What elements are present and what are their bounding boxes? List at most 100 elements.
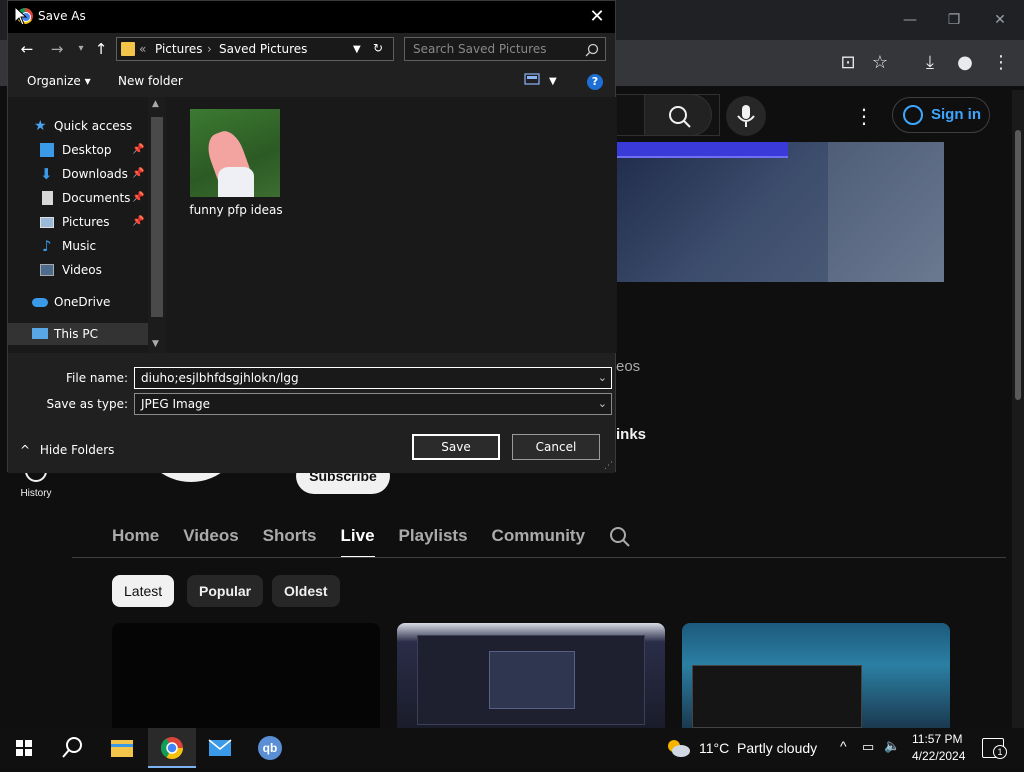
close-window-icon[interactable]: ✕ (988, 8, 1012, 32)
taskbar-search-button[interactable] (48, 728, 96, 768)
forward-arrow-icon[interactable]: → (46, 38, 68, 60)
voice-search-button[interactable] (726, 96, 766, 136)
taskbar-file-explorer[interactable] (98, 728, 146, 768)
nav-music[interactable]: ♪ Music (8, 235, 148, 257)
nav-label: Downloads (62, 167, 128, 181)
history-label: History (20, 488, 52, 499)
organize-button[interactable]: Organize ▾ (27, 74, 91, 88)
clock-time[interactable]: 11:57 PM (912, 732, 962, 746)
new-folder-button[interactable]: New folder (118, 74, 183, 88)
nav-downloads[interactable]: ⬇ Downloads 📌 (8, 163, 148, 185)
nav-onedrive[interactable]: OneDrive (8, 291, 148, 313)
nav-pictures[interactable]: Pictures 📌 (8, 211, 148, 233)
video-thumbnail[interactable] (112, 623, 380, 728)
video-thumbnail[interactable] (682, 623, 950, 728)
windows-logo-icon (16, 740, 32, 756)
channel-links-fragment[interactable]: inks (616, 426, 646, 443)
channel-search-icon[interactable] (609, 520, 631, 558)
navigation-pane: ★ Quick access Desktop 📌 ⬇ Downloads 📌 D… (8, 97, 166, 353)
address-dropdown-icon[interactable]: ▼ (353, 44, 361, 55)
weather-description[interactable]: Partly cloudy (737, 740, 817, 756)
taskbar-mail[interactable] (196, 728, 244, 768)
volume-muted-icon[interactable]: 🔈 (884, 738, 900, 754)
cancel-button[interactable]: Cancel (512, 434, 600, 460)
nav-this-pc[interactable]: This PC (8, 323, 148, 345)
close-icon[interactable]: ✕ (585, 5, 609, 29)
tab-shorts[interactable]: Shorts (263, 520, 317, 558)
tab-community[interactable]: Community (492, 520, 586, 558)
taskbar-chrome[interactable] (148, 728, 196, 768)
nav-quick-access[interactable]: ★ Quick access (8, 115, 148, 137)
pictures-icon (40, 217, 54, 228)
up-arrow-icon[interactable]: ↑ (90, 38, 112, 60)
chip-popular[interactable]: Popular (187, 575, 264, 607)
minimize-icon[interactable]: — (898, 8, 922, 32)
weather-icon[interactable] (664, 736, 692, 760)
weather-temperature[interactable]: 11°C (699, 740, 729, 756)
breadcrumb-overflow[interactable]: « (139, 42, 146, 56)
pin-icon[interactable]: 📌 (132, 163, 144, 185)
nav-label: Quick access (54, 119, 133, 133)
help-icon[interactable]: ? (587, 74, 603, 90)
youtube-search-button[interactable] (644, 94, 712, 136)
address-bar[interactable]: « Pictures › Saved Pictures ▼ ↻ (116, 37, 394, 61)
pin-icon[interactable]: 📌 (132, 187, 144, 209)
save-button[interactable]: Save (412, 434, 500, 460)
dialog-bottom-panel: File name: diuho;esjlbhfdsgjhlokn/lgg ⌄ … (8, 353, 615, 473)
tab-videos[interactable]: Videos (183, 520, 238, 558)
downloads-icon[interactable]: ⤓ (917, 50, 943, 76)
videos-icon (40, 264, 54, 276)
scrollbar-thumb[interactable] (1015, 130, 1021, 400)
file-name-field[interactable]: diuho;esjlbhfdsgjhlokn/lgg ⌄ (134, 367, 612, 389)
scroll-up-icon[interactable]: ▲ (152, 99, 159, 109)
nav-scrollbar-thumb[interactable] (151, 117, 163, 317)
search-icon (585, 43, 599, 57)
chevron-down-icon[interactable]: ⌄ (598, 394, 607, 414)
tab-home[interactable]: Home (112, 520, 159, 558)
recent-locations-chevron-icon[interactable]: ▾ (70, 38, 92, 60)
search-icon (669, 106, 691, 128)
taskbar-qbittorrent[interactable]: qb (246, 728, 294, 768)
sign-in-button[interactable]: Sign in (892, 97, 990, 133)
pin-icon[interactable]: 📌 (132, 139, 144, 161)
computer-icon (32, 328, 48, 339)
breadcrumb-saved-pictures[interactable]: Saved Pictures (219, 42, 307, 56)
dialog-navbar: ← → ▾ ↑ « Pictures › Saved Pictures ▼ ↻ … (8, 33, 615, 65)
tab-playlists[interactable]: Playlists (399, 520, 468, 558)
install-app-icon[interactable]: ⊡ (835, 50, 861, 76)
search-box[interactable]: Search Saved Pictures (404, 37, 606, 61)
pin-icon[interactable]: 📌 (132, 211, 144, 233)
start-button[interactable] (0, 728, 48, 768)
video-thumbnail[interactable] (397, 623, 665, 728)
page-scrollbar[interactable] (1012, 90, 1024, 730)
more-options-icon[interactable]: ⋮ (854, 102, 874, 130)
show-hidden-icons-chevron-icon[interactable]: ^ (840, 738, 847, 754)
file-item[interactable]: funny pfp ideas (188, 107, 284, 219)
save-type-select[interactable]: JPEG Image ⌄ (134, 393, 612, 415)
nav-documents[interactable]: Documents 📌 (8, 187, 148, 209)
restore-icon[interactable]: ❐ (942, 8, 966, 32)
breadcrumb-pictures[interactable]: Pictures (155, 42, 203, 56)
chip-oldest[interactable]: Oldest (272, 575, 340, 607)
chevron-down-icon[interactable]: ⌄ (598, 368, 607, 388)
refresh-icon[interactable]: ↻ (373, 41, 383, 55)
search-icon (62, 737, 82, 758)
notification-center-icon[interactable]: 1 (982, 738, 1007, 759)
scroll-down-icon[interactable]: ▼ (152, 339, 159, 349)
chip-latest[interactable]: Latest (112, 575, 175, 607)
nav-desktop[interactable]: Desktop 📌 (8, 139, 148, 161)
hide-folders-button[interactable]: ^ Hide Folders (20, 443, 114, 457)
tab-live[interactable]: Live (340, 520, 375, 558)
nav-scrollbar[interactable]: ▲ ▼ (148, 97, 166, 353)
back-arrow-icon[interactable]: ← (16, 38, 38, 60)
view-options-icon[interactable] (524, 73, 540, 90)
bookmark-star-icon[interactable]: ☆ (867, 50, 893, 76)
desktop-icon (40, 143, 54, 157)
browser-menu-icon[interactable]: ⋮ (988, 50, 1014, 76)
network-icon[interactable]: ▭ (862, 739, 874, 755)
clock-date[interactable]: 4/22/2024 (912, 749, 965, 763)
profile-icon[interactable]: ● (952, 50, 978, 76)
nav-videos[interactable]: Videos (8, 259, 148, 281)
view-dropdown-icon[interactable]: ▼ (549, 76, 557, 87)
resize-grip-icon[interactable]: ⋰ (604, 461, 613, 471)
